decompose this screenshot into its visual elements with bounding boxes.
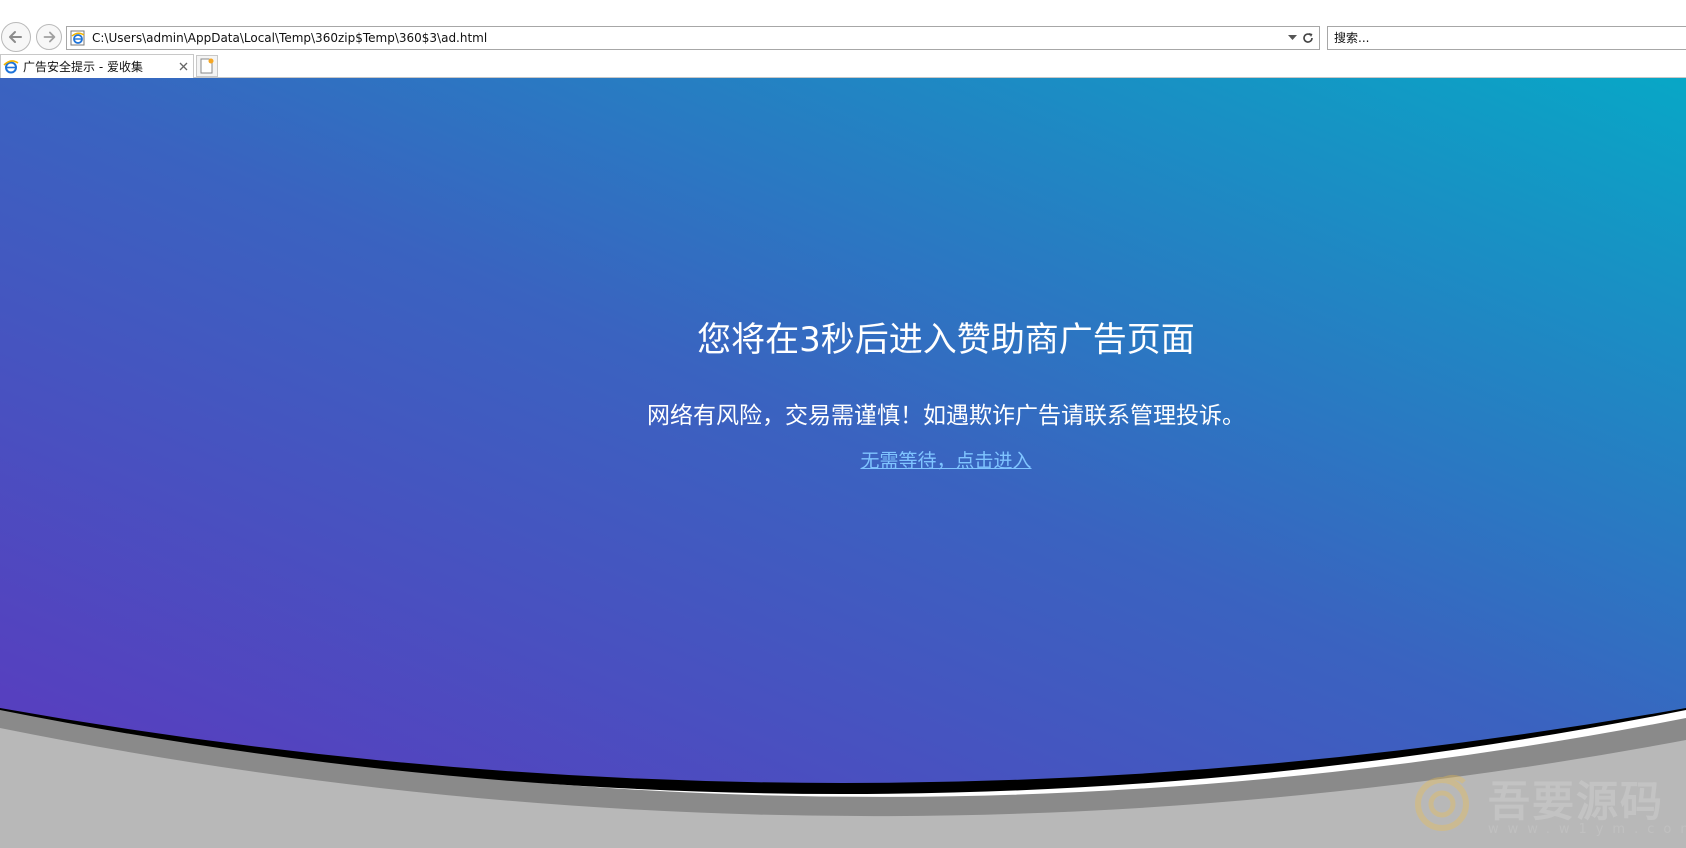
refresh-button[interactable] [1299,28,1317,48]
watermark: 吾要源码 www.w1ym.com [1412,768,1686,848]
watermark-title: 吾要源码 [1488,777,1665,826]
address-dropdown-button[interactable] [1285,28,1299,48]
forward-button[interactable] [36,24,62,50]
tab-active[interactable]: 广告安全提示 - 爱收集 [0,54,194,78]
hero-gradient-panel [0,78,1686,783]
navigation-bar: C:\Users\admin\AppData\Local\Temp\360zip… [0,0,1686,52]
browser-chrome: C:\Users\admin\AppData\Local\Temp\360zip… [0,0,1686,78]
address-url: C:\Users\admin\AppData\Local\Temp\360zip… [92,31,488,45]
address-bar[interactable]: C:\Users\admin\AppData\Local\Temp\360zip… [66,26,1320,50]
tab-close-button[interactable] [175,59,191,75]
watermark-url: www.w1ym.com [1488,822,1686,837]
ie-tab-icon [3,59,19,73]
new-tab-button[interactable] [196,55,218,77]
page-viewport: 您将在3秒后进入赞助商广告页面 网络有风险，交易需谨慎！如遇欺诈广告请联系管理投… [0,78,1686,848]
watermark-logo-icon [1415,774,1469,831]
search-box[interactable] [1327,26,1686,50]
ie-page-icon [70,30,85,46]
search-input[interactable] [1328,30,1676,46]
tab-bar: 广告安全提示 - 爱收集 [0,52,1686,78]
risk-warning: 网络有风险，交易需谨慎！如遇欺诈广告请联系管理投诉。 [647,403,1245,429]
close-icon [179,62,187,71]
back-button[interactable] [1,22,31,52]
refresh-icon [1303,33,1313,43]
forward-arrow-icon [43,31,56,43]
countdown-headline: 您将在3秒后进入赞助商广告页面 [697,320,1195,360]
chevron-down-icon [1287,35,1297,40]
new-tab-icon [200,58,214,74]
skip-link-wrapper: 无需等待，点击进入 [0,446,1686,473]
back-arrow-icon [9,31,22,43]
skip-wait-link[interactable]: 无需等待，点击进入 [860,450,1031,472]
tab-title: 广告安全提示 - 爱收集 [23,60,143,74]
